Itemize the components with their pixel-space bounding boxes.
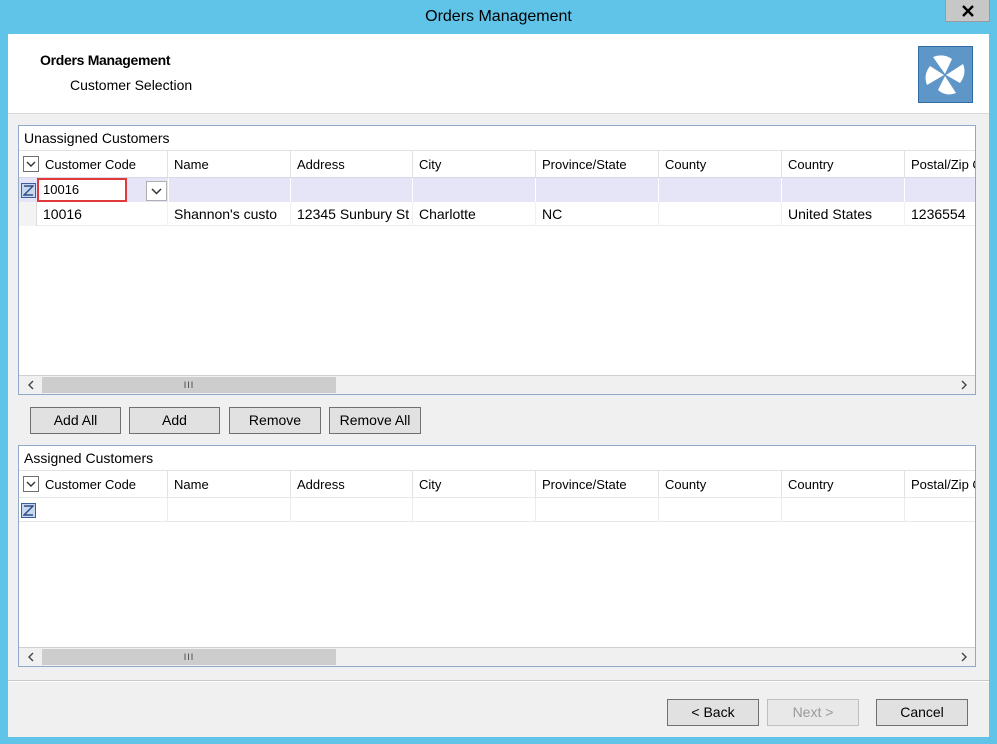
column-header-row: Customer Code Name Address City Province…	[19, 150, 975, 178]
assigned-customers-grid: Assigned Customers Customer Code Name Ad…	[18, 445, 976, 667]
cell-address: 12345 Sunbury St	[291, 202, 413, 226]
column-header-country[interactable]: Country	[782, 471, 905, 498]
back-button[interactable]: < Back	[667, 699, 759, 726]
chevron-left-icon	[27, 652, 33, 662]
scroll-thumb[interactable]: III	[42, 377, 336, 393]
column-header-postal[interactable]: Postal/Zip C	[905, 151, 975, 178]
cell-postal: 1236554	[905, 202, 975, 226]
column-chooser-checkbox[interactable]	[23, 476, 39, 492]
filter-dropdown-button[interactable]	[146, 181, 167, 201]
horizontal-scrollbar[interactable]: III	[19, 647, 975, 666]
column-header-city[interactable]: City	[413, 471, 536, 498]
column-header-name[interactable]: Name	[168, 471, 291, 498]
column-header-province[interactable]: Province/State	[536, 471, 659, 498]
header-subtitle: Customer Selection	[70, 77, 193, 93]
column-header-county[interactable]: County	[659, 471, 782, 498]
column-header-postal[interactable]: Postal/Zip C	[905, 471, 975, 498]
header-title: Orders Management	[40, 52, 171, 68]
chevron-left-icon	[27, 380, 33, 390]
column-header-city[interactable]: City	[413, 151, 536, 178]
column-header-name[interactable]: Name	[168, 151, 291, 178]
unassigned-customers-grid: Unassigned Customers Customer Code Name …	[18, 125, 976, 395]
column-label: Customer Code	[45, 157, 137, 172]
filter-row	[19, 497, 975, 522]
add-all-button[interactable]: Add All	[30, 407, 121, 434]
window-title: Orders Management	[425, 8, 572, 25]
next-button[interactable]: Next >	[767, 699, 859, 726]
scroll-thumb[interactable]: III	[42, 649, 336, 665]
column-chooser-checkbox[interactable]	[23, 156, 39, 172]
dialog-client-area: Orders Management Customer Selection Una…	[8, 34, 989, 737]
unassigned-caption: Unassigned Customers	[24, 130, 170, 146]
column-header-county[interactable]: County	[659, 151, 782, 178]
customer-code-filter-input[interactable]: 10016	[37, 178, 127, 202]
row-selector[interactable]	[19, 202, 37, 226]
scroll-right-button[interactable]	[953, 648, 975, 666]
column-label: Customer Code	[45, 477, 137, 492]
column-header-row: Customer Code Name Address City Province…	[19, 470, 975, 498]
chevron-down-icon	[26, 161, 36, 167]
cell-province: NC	[536, 202, 659, 226]
column-header-address[interactable]: Address	[291, 471, 413, 498]
cell-customer-code: 10016	[37, 202, 168, 226]
chevron-right-icon	[961, 380, 967, 390]
cell-county	[659, 202, 782, 226]
column-header-address[interactable]: Address	[291, 151, 413, 178]
column-header-customer-code[interactable]: Customer Code	[19, 471, 168, 498]
add-button[interactable]: Add	[129, 407, 220, 434]
filter-row: 10016	[19, 177, 975, 202]
filter-icon[interactable]	[21, 183, 36, 198]
column-header-country[interactable]: Country	[782, 151, 905, 178]
table-row[interactable]: 10016 Shannon's custo 12345 Sunbury St C…	[19, 202, 975, 226]
cancel-button[interactable]: Cancel	[876, 699, 968, 726]
column-header-province[interactable]: Province/State	[536, 151, 659, 178]
scroll-left-button[interactable]	[19, 648, 41, 666]
chevron-down-icon	[151, 187, 162, 195]
scroll-left-button[interactable]	[19, 376, 41, 394]
close-icon	[961, 4, 974, 17]
remove-all-button[interactable]: Remove All	[329, 407, 421, 434]
pinwheel-logo-icon	[918, 46, 973, 103]
horizontal-scrollbar[interactable]: III	[19, 375, 975, 394]
assigned-caption: Assigned Customers	[24, 450, 154, 466]
wizard-header: Orders Management Customer Selection	[8, 34, 989, 114]
close-button[interactable]	[945, 0, 990, 22]
remove-button[interactable]: Remove	[229, 407, 321, 434]
scroll-right-button[interactable]	[953, 376, 975, 394]
cell-city: Charlotte	[413, 202, 536, 226]
cell-country: United States	[782, 202, 905, 226]
title-bar: Orders Management	[0, 0, 997, 34]
chevron-right-icon	[961, 652, 967, 662]
footer-separator	[8, 680, 989, 682]
column-header-customer-code[interactable]: Customer Code	[19, 151, 168, 178]
chevron-down-icon	[26, 481, 36, 487]
cell-name: Shannon's custo	[168, 202, 291, 226]
